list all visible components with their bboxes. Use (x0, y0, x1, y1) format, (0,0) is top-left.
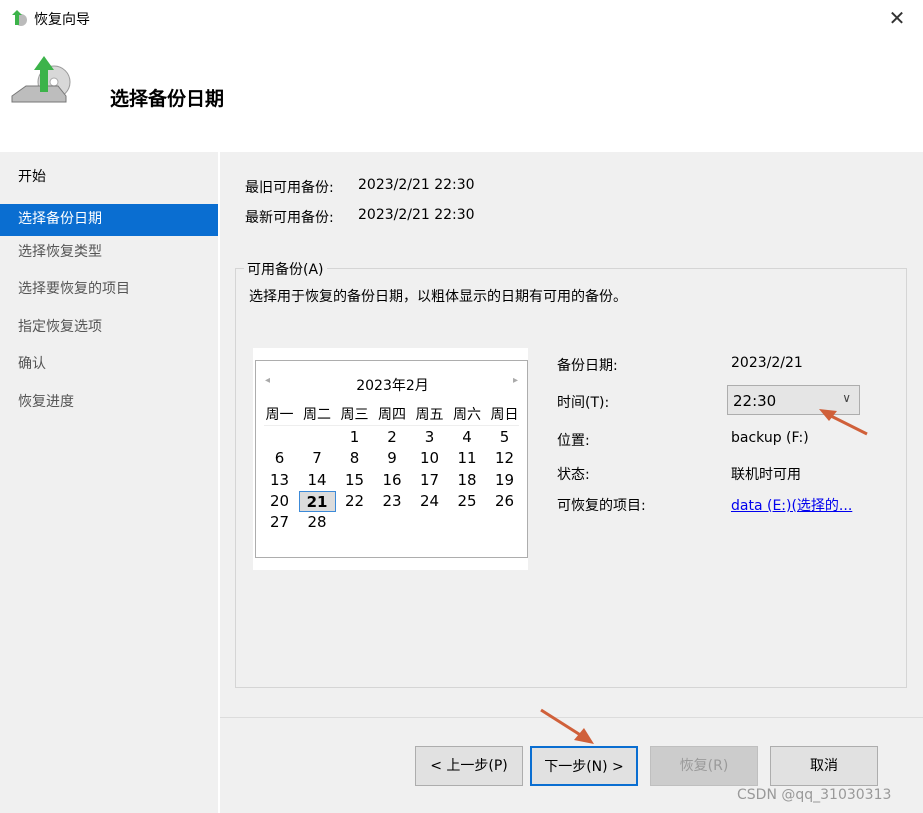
calendar[interactable]: ◂ 2023年2月 ▸ 周一 周二 周三 周四 周五 周六 周日 1 2 3 4 5 6 7 8 9 10 11 1… (255, 360, 528, 558)
time-value: 22:30 (733, 392, 777, 410)
next-month-icon[interactable]: ▸ (513, 375, 518, 386)
status-label: 状态: (557, 467, 590, 483)
calendar-day[interactable]: 12 (486, 448, 523, 469)
calendar-day[interactable]: 24 (411, 491, 448, 512)
weekday-header: 周日 (490, 407, 519, 423)
calendar-day[interactable]: 10 (411, 448, 448, 469)
annotation-arrow-icon (819, 409, 868, 436)
calendar-day[interactable]: 7 (299, 448, 336, 469)
calendar-day[interactable]: 22 (336, 491, 373, 512)
calendar-day[interactable]: 5 (486, 427, 523, 448)
backup-drive-icon (11, 56, 71, 103)
group-description: 选择用于恢复的备份日期，以粗体显示的日期有可用的备份。 (249, 289, 627, 305)
weekday-header: 周三 (340, 407, 369, 423)
location-label: 位置: (557, 433, 590, 449)
restore-button: 恢复(R) (650, 746, 758, 786)
calendar-day[interactable]: 28 (299, 512, 336, 533)
title-bar: 恢复向导 ✕ (0, 0, 923, 36)
calendar-day[interactable]: 9 (374, 448, 411, 469)
calendar-day[interactable]: 1 (336, 427, 373, 448)
time-label: 时间(T): (557, 395, 610, 411)
calendar-day[interactable]: 25 (449, 491, 486, 512)
calendar-day[interactable]: 6 (261, 448, 298, 469)
calendar-day[interactable]: 20 (261, 491, 298, 512)
chevron-down-icon: ∨ (842, 391, 851, 405)
next-button[interactable]: 下一步(N) > (530, 746, 638, 786)
weekday-header: 周五 (415, 407, 444, 423)
step-progress: 恢复进度 (18, 394, 74, 410)
calendar-day[interactable]: 23 (374, 491, 411, 512)
calendar-day[interactable]: 4 (449, 427, 486, 448)
calendar-day[interactable]: 26 (486, 491, 523, 512)
previous-button[interactable]: < 上一步(P) (415, 746, 523, 786)
calendar-day[interactable]: 18 (449, 470, 486, 491)
step-select-items: 选择要恢复的项目 (18, 281, 130, 297)
step-start: 开始 (18, 169, 46, 185)
calendar-day[interactable]: 19 (486, 470, 523, 491)
calendar-day[interactable]: 16 (374, 470, 411, 491)
calendar-day[interactable]: 8 (336, 448, 373, 469)
newest-backup-value: 2023/2/21 22:30 (358, 207, 475, 223)
step-recovery-type: 选择恢复类型 (18, 244, 102, 260)
backup-date-label: 备份日期: (557, 358, 618, 374)
weekday-header: 周四 (378, 407, 406, 423)
group-title: 可用备份(A) (244, 259, 327, 279)
calendar-month[interactable]: 2023年2月 (256, 375, 529, 395)
calendar-day[interactable]: 13 (261, 470, 298, 491)
recoverable-items-link[interactable]: data (E:)(选择的... (731, 495, 852, 515)
window-title: 恢复向导 (34, 12, 90, 28)
backup-restore-icon (12, 10, 27, 26)
backup-date-value: 2023/2/21 (731, 355, 803, 371)
calendar-day[interactable]: 27 (261, 512, 298, 533)
weekday-header: 周二 (303, 407, 331, 423)
page-title: 选择备份日期 (110, 88, 225, 110)
cancel-button[interactable]: 取消 (770, 746, 878, 786)
calendar-day[interactable]: 17 (411, 470, 448, 491)
calendar-day[interactable]: 14 (299, 470, 336, 491)
wizard-steps: 开始 选择备份日期 选择恢复类型 选择要恢复的项目 指定恢复选项 确认 恢复进度 (0, 152, 218, 813)
step-confirm: 确认 (18, 356, 46, 372)
calendar-day[interactable]: 15 (336, 470, 373, 491)
calendar-day[interactable]: 11 (449, 448, 486, 469)
step-recovery-options: 指定恢复选项 (18, 319, 102, 335)
weekday-header: 周一 (265, 407, 294, 423)
watermark: CSDN @qq_31030313 (737, 787, 892, 803)
oldest-backup-label: 最旧可用备份: (245, 180, 334, 196)
annotation-arrow-icon (540, 708, 594, 744)
status-value: 联机时可用 (731, 467, 801, 483)
divider (264, 425, 519, 426)
close-button[interactable]: ✕ (880, 4, 914, 32)
weekday-header: 周六 (453, 407, 481, 423)
calendar-day[interactable]: 2 (374, 427, 411, 448)
calendar-day[interactable]: 3 (411, 427, 448, 448)
recoverable-items-label: 可恢复的项目: (557, 498, 646, 514)
newest-backup-label: 最新可用备份: (245, 210, 334, 226)
step-select-date: 选择备份日期 (0, 204, 218, 236)
calendar-day-selected[interactable]: 21 (298, 490, 336, 512)
location-value: backup (F:) (731, 430, 809, 446)
oldest-backup-value: 2023/2/21 22:30 (358, 177, 475, 193)
